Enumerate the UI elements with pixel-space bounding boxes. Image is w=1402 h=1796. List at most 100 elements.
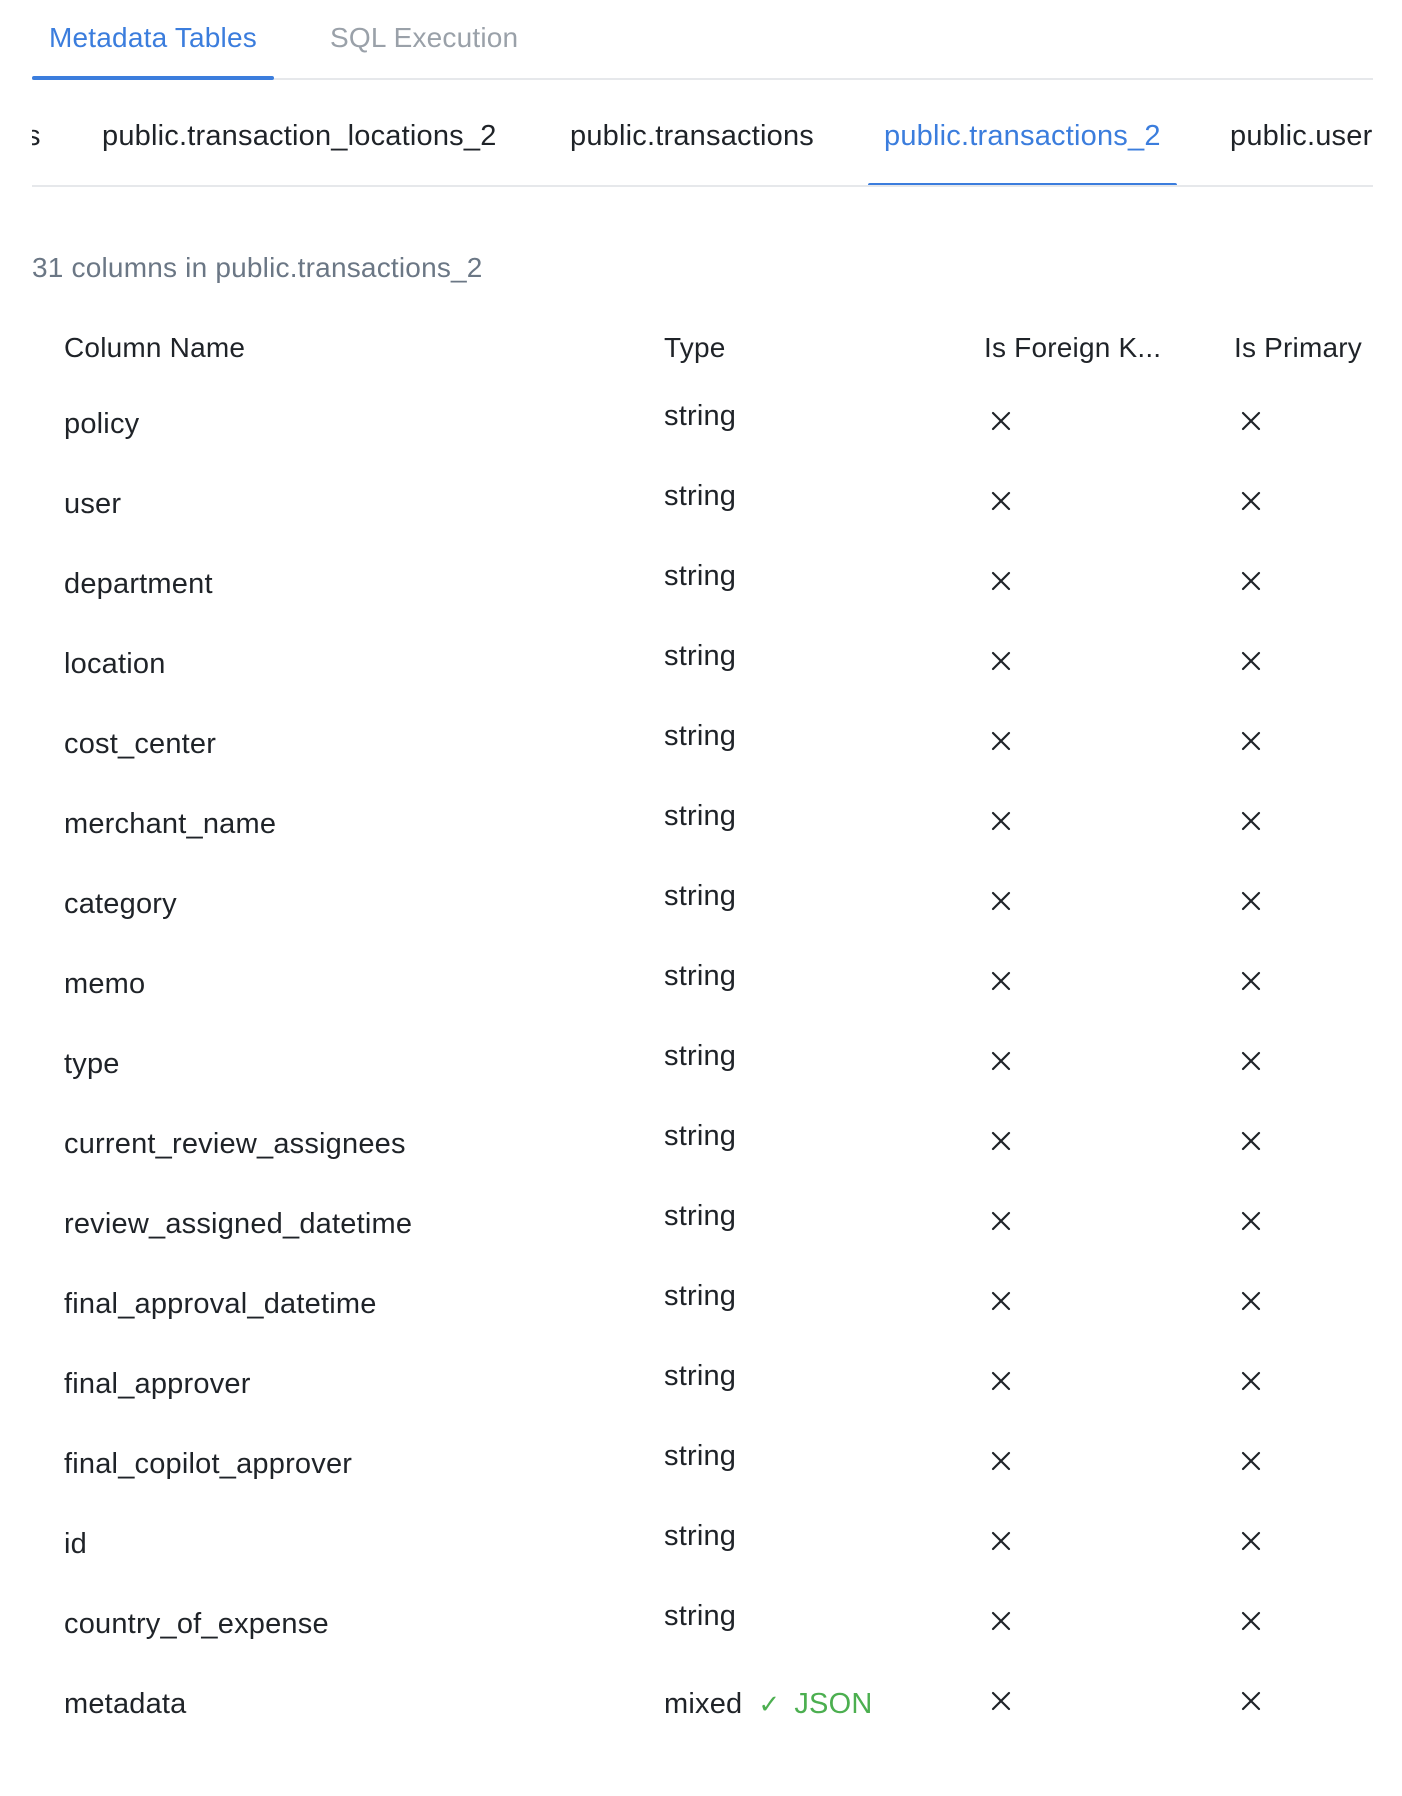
close-icon <box>990 1130 1012 1152</box>
column-type-label: string <box>664 800 737 832</box>
close-icon <box>1240 970 1262 992</box>
close-icon <box>990 1290 1012 1312</box>
column-name-cell: final_approver <box>64 1368 251 1400</box>
close-icon <box>990 1450 1012 1472</box>
column-name-cell: type <box>64 1048 120 1080</box>
close-icon <box>990 1610 1012 1632</box>
close-icon <box>1240 1450 1262 1472</box>
close-icon <box>1240 490 1262 512</box>
column-type-cell: string <box>664 400 736 433</box>
tab-sql-execution[interactable]: SQL Execution <box>330 22 518 78</box>
close-icon <box>990 1530 1012 1552</box>
close-icon <box>990 1050 1012 1072</box>
column-type-cell: string <box>664 1360 736 1393</box>
column-name-cell: location <box>64 648 166 680</box>
column-name-cell: final_approval_datetime <box>64 1288 377 1320</box>
column-type-cell: string <box>664 960 736 993</box>
close-icon <box>990 810 1012 832</box>
column-name-cell: merchant_name <box>64 808 277 840</box>
column-type-label: string <box>664 400 737 432</box>
column-name-cell: cost_center <box>64 728 217 760</box>
table-tab-bar[interactable]: s public.transaction_locations_2 public.… <box>32 80 1373 187</box>
column-name-cell: memo <box>64 968 146 1000</box>
column-name-cell: user <box>64 488 122 520</box>
tab-label: public.transactions_2 <box>884 120 1161 152</box>
columns-table: Column Name Type Is Foreign K... Is Prim… <box>32 320 1373 1790</box>
column-name-cell: review_assigned_datetime <box>64 1208 413 1240</box>
column-name-cell: policy <box>64 408 140 440</box>
json-badge: ✓ JSON <box>758 1688 872 1720</box>
close-icon <box>1240 410 1262 432</box>
tab-table-truncated[interactable]: s <box>32 120 41 185</box>
close-icon <box>1240 570 1262 592</box>
column-type-label: string <box>664 1360 737 1392</box>
column-type-cell: string <box>664 880 736 913</box>
close-icon <box>1240 1530 1262 1552</box>
close-icon <box>990 970 1012 992</box>
close-icon <box>990 1210 1012 1232</box>
tab-table-transaction-locations-2[interactable]: public.transaction_locations_2 <box>102 120 497 185</box>
column-name-cell: current_review_assignees <box>64 1128 406 1160</box>
tab-metadata-tables[interactable]: Metadata Tables <box>32 22 274 80</box>
table-row: category string <box>32 860 1373 940</box>
table-row: policy string <box>32 380 1373 460</box>
column-type-cell: string <box>664 1200 736 1233</box>
table-row: cost_center string <box>32 700 1373 780</box>
close-icon <box>1240 1130 1262 1152</box>
close-icon <box>1240 810 1262 832</box>
table-row: user string <box>32 460 1373 540</box>
tab-table-transactions-2[interactable]: public.transactions_2 <box>868 120 1177 185</box>
tab-label: public.transaction_locations_2 <box>102 120 497 152</box>
column-type-cell: mixed ✓ JSON <box>664 1688 873 1721</box>
close-icon <box>1240 730 1262 752</box>
column-type-cell: string <box>664 560 736 593</box>
column-type-cell: string <box>664 640 736 673</box>
header-is-primary[interactable]: Is Primary <box>1234 332 1362 364</box>
table-row: current_review_assignees string <box>32 1100 1373 1180</box>
column-type-label: string <box>664 1040 737 1072</box>
column-type-label: string <box>664 1200 737 1232</box>
close-icon <box>1240 650 1262 672</box>
tab-table-transactions[interactable]: public.transactions <box>570 120 814 185</box>
column-count-summary: 31 columns in public.transactions_2 <box>32 252 483 283</box>
close-icon <box>1240 1210 1262 1232</box>
column-type-label: string <box>664 1520 737 1552</box>
column-type-label: string <box>664 640 737 672</box>
table-row: id string <box>32 1500 1373 1580</box>
header-is-foreign-key[interactable]: Is Foreign K... <box>984 332 1161 364</box>
column-type-label: string <box>664 480 737 512</box>
close-icon <box>990 570 1012 592</box>
column-type-label: string <box>664 880 737 912</box>
column-type-cell: string <box>664 1520 736 1553</box>
close-icon <box>1240 890 1262 912</box>
header-type[interactable]: Type <box>664 332 726 364</box>
table-row: location string <box>32 620 1373 700</box>
tab-label: s <box>32 120 41 152</box>
table-row: merchant_name string <box>32 780 1373 860</box>
table-row: review_assigned_datetime string <box>32 1180 1373 1260</box>
column-name-cell: metadata <box>64 1688 187 1720</box>
tab-table-users[interactable]: public.users <box>1230 120 1373 185</box>
column-type-label: string <box>664 1600 737 1632</box>
close-icon <box>1240 1050 1262 1072</box>
tab-label: public.users <box>1230 120 1373 152</box>
close-icon <box>1240 1370 1262 1392</box>
close-icon <box>1240 1690 1262 1712</box>
column-type-label: string <box>664 720 737 752</box>
column-type-cell: string <box>664 720 736 753</box>
header-column-name[interactable]: Column Name <box>64 332 245 364</box>
close-icon <box>990 410 1012 432</box>
table-row: final_copilot_approver string <box>32 1420 1373 1500</box>
column-name-cell: department <box>64 568 213 600</box>
check-icon: ✓ <box>758 1689 781 1719</box>
close-icon <box>1240 1290 1262 1312</box>
column-type-cell: string <box>664 1040 736 1073</box>
column-type-cell: string <box>664 1280 736 1313</box>
close-icon <box>990 1690 1012 1712</box>
column-type-cell: string <box>664 1440 736 1473</box>
column-type-cell: string <box>664 1600 736 1633</box>
close-icon <box>990 730 1012 752</box>
close-icon <box>990 890 1012 912</box>
active-tab-indicator <box>868 183 1177 185</box>
column-type-cell: string <box>664 800 736 833</box>
